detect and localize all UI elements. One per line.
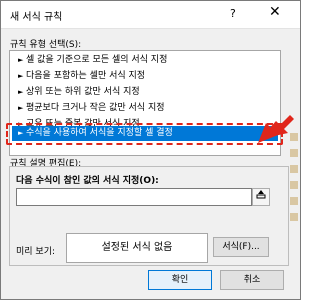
rule-type-item[interactable]: ► 상위 또는 하위 값만 서식 지정 [12, 85, 278, 100]
preview-label: 미리 보기: [16, 247, 56, 257]
dialog-title: 새 서식 규칙 [10, 12, 63, 23]
cancel-button[interactable]: 취소 [220, 270, 284, 290]
triangle-right-icon: ► [18, 72, 24, 80]
collapse-dialog-button[interactable] [252, 188, 270, 206]
rule-type-item[interactable]: ► 셀 값을 기준으로 모든 셀의 서식 지정 [12, 53, 278, 68]
rule-type-item-label: 셀 값을 기준으로 모든 셀의 서식 지정 [26, 55, 168, 65]
new-format-rule-dialog: 새 서식 규칙 ? ✕ 규칙 유형 선택(S): ► 셀 값을 기준으로 모든 셀… [0, 0, 301, 300]
triangle-right-icon: ► [18, 104, 24, 112]
preview-box: 설정된 서식 없음 [66, 233, 208, 263]
rule-type-item[interactable]: ► 다음을 포함하는 셀만 서식 지정 [12, 69, 278, 84]
title-bar: 새 서식 규칙 ? ✕ [1, 1, 300, 29]
triangle-right-icon: ► [18, 88, 24, 96]
help-button[interactable]: ? [230, 7, 236, 20]
selection-highlight-outline [6, 123, 283, 145]
rule-type-item-label: 평균보다 크거나 작은 값만 서식 지정 [26, 103, 165, 113]
close-button[interactable]: ✕ [269, 4, 281, 20]
triangle-right-icon: ► [18, 56, 24, 64]
formula-input[interactable] [16, 188, 252, 206]
ok-button[interactable]: 확인 [148, 270, 212, 290]
collapse-dialog-icon [256, 190, 266, 199]
formula-label: 다음 수식이 참인 값의 서식 지정(O): [16, 176, 159, 186]
rule-type-item-label: 다음을 포함하는 셀만 서식 지정 [26, 71, 146, 81]
format-button[interactable]: 서식(F)... [213, 237, 269, 257]
rule-type-label: 규칙 유형 선택(S): [10, 40, 82, 50]
rule-type-item-label: 상위 또는 하위 값만 서식 지정 [26, 87, 140, 97]
rule-type-item[interactable]: ► 평균보다 크거나 작은 값만 서식 지정 [12, 101, 278, 116]
